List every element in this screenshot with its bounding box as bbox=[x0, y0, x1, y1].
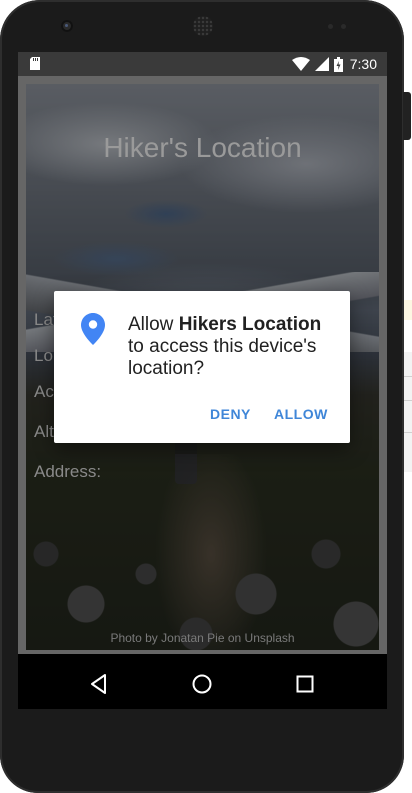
clock: 7:30 bbox=[349, 56, 377, 72]
earpiece-speaker bbox=[193, 16, 213, 36]
signal-icon bbox=[314, 57, 329, 71]
message-suffix: to access this device's location? bbox=[128, 336, 317, 379]
page-title: Hiker's Location bbox=[103, 132, 302, 163]
power-button bbox=[403, 92, 411, 140]
background-panel bbox=[404, 300, 412, 320]
address-label: Address: bbox=[34, 462, 102, 481]
battery-icon bbox=[333, 56, 343, 72]
location-pin-icon bbox=[81, 313, 105, 345]
front-camera bbox=[61, 20, 73, 32]
allow-button[interactable]: ALLOW bbox=[274, 406, 328, 422]
back-icon[interactable] bbox=[86, 671, 112, 697]
background-divider bbox=[404, 432, 412, 433]
home-icon[interactable] bbox=[189, 671, 215, 697]
photo-credit: Photo by Jonatan Pie on Unsplash bbox=[110, 631, 295, 645]
navigation-bar bbox=[18, 659, 387, 709]
permission-dialog: Allow Hikers Location to access this dev… bbox=[54, 291, 350, 443]
wifi-icon bbox=[291, 57, 310, 71]
light-sensor bbox=[341, 24, 346, 29]
background-divider bbox=[404, 376, 412, 377]
background-divider bbox=[404, 400, 412, 401]
proximity-sensor bbox=[328, 24, 333, 29]
dialog-message: Allow Hikers Location to access this dev… bbox=[128, 314, 340, 380]
recents-icon[interactable] bbox=[292, 671, 318, 697]
sd-card-icon bbox=[30, 57, 40, 70]
message-prefix: Allow bbox=[128, 314, 179, 335]
background-panel bbox=[404, 352, 412, 472]
deny-button[interactable]: DENY bbox=[210, 406, 251, 422]
app-name: Hikers Location bbox=[178, 314, 322, 335]
status-bar: 7:30 bbox=[18, 52, 387, 76]
